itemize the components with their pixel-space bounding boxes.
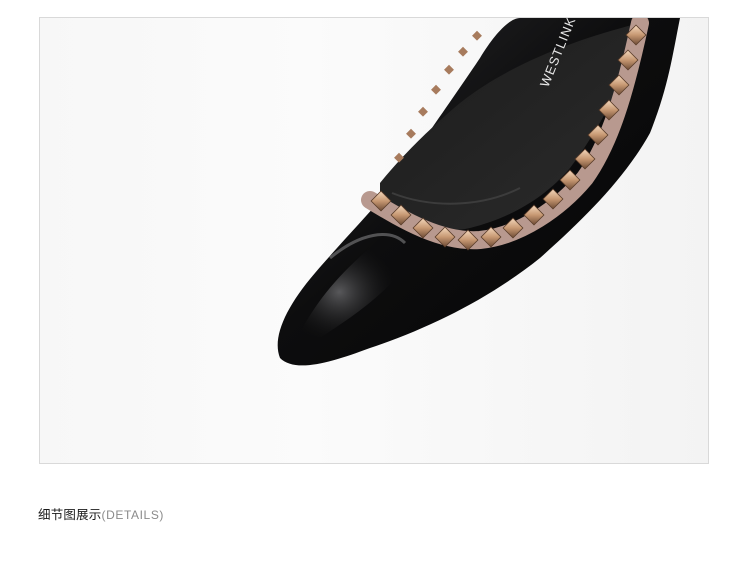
section-caption: 细节图展示(DETAILS) [38,504,164,522]
caption-title-en: (DETAILS) [101,508,165,522]
caption-title-cn: 细节图展示 [38,508,102,522]
shoe-detail-photo: WESTLINK [277,18,680,366]
product-photo-frame: WESTLINK [39,17,709,464]
